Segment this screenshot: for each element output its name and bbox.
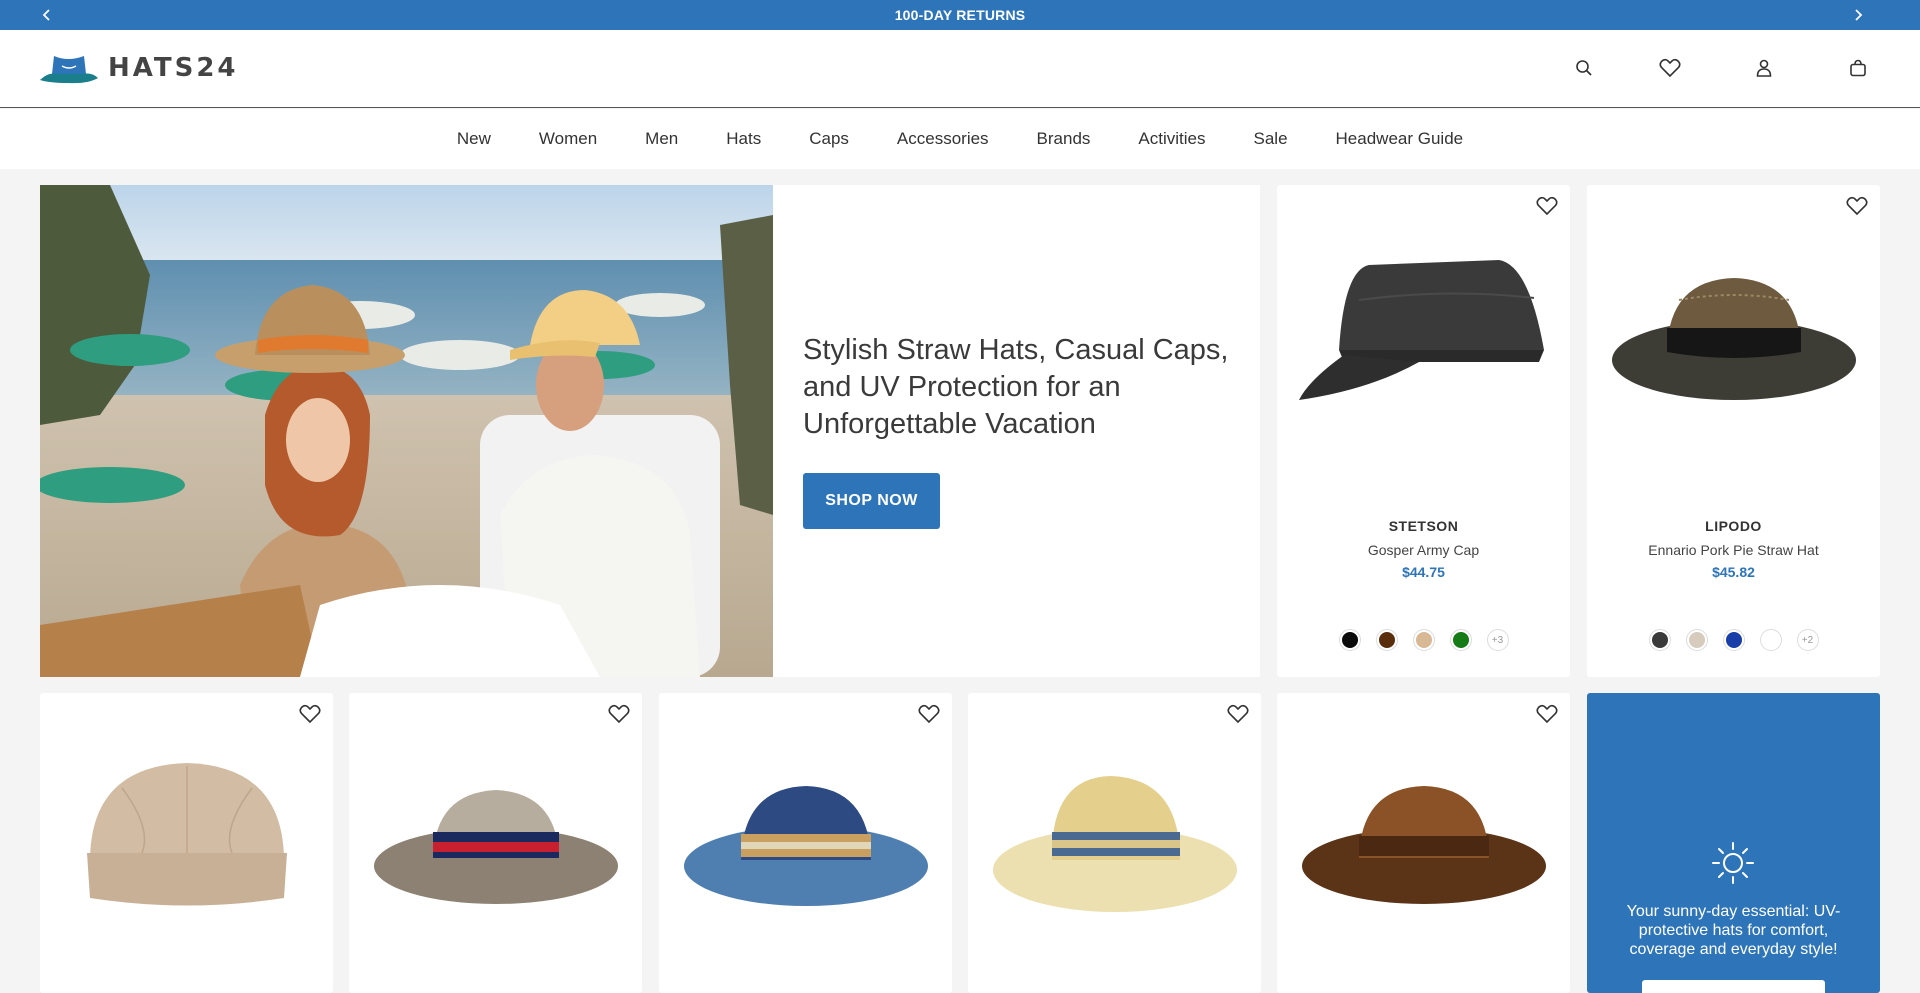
announcement-text: 100-DAY RETURNS — [894, 7, 1026, 23]
color-swatch[interactable] — [1759, 629, 1782, 651]
nav-item-hats[interactable]: Hats — [726, 129, 761, 149]
color-swatch[interactable] — [1648, 629, 1671, 651]
natural-straw-fedora-image[interactable] — [968, 713, 1261, 953]
announcement-bar: 100-DAY RETURNS — [0, 0, 1920, 30]
nav-item-brands[interactable]: Brands — [1037, 129, 1091, 149]
swatch-color — [1341, 632, 1358, 648]
nav-item-headwear-guide[interactable]: Headwear Guide — [1336, 129, 1464, 149]
nav-item-activities[interactable]: Activities — [1138, 129, 1205, 149]
chevron-left-icon[interactable] — [32, 0, 62, 30]
shopping-bag-icon[interactable] — [1846, 56, 1870, 80]
swatch-color — [1762, 632, 1779, 648]
swatch-color — [1651, 632, 1668, 648]
hero-image[interactable] — [40, 185, 773, 677]
site-header: HATS24 — [0, 30, 1920, 108]
color-swatch[interactable] — [1449, 629, 1472, 651]
color-swatch[interactable] — [1685, 629, 1708, 651]
sun-icon — [1711, 841, 1755, 890]
promo-text: Your sunny-day essential: UV-protective … — [1626, 903, 1841, 958]
product-image[interactable] — [1587, 205, 1880, 445]
product-card[interactable] — [659, 693, 952, 993]
chevron-right-icon[interactable] — [1843, 0, 1873, 30]
product-brand: LIPODO — [1705, 518, 1762, 534]
product-name[interactable]: Gosper Army Cap — [1277, 542, 1570, 558]
product-price: $44.75 — [1402, 564, 1445, 580]
color-swatches: +3 — [1277, 629, 1570, 651]
product-name[interactable]: Ennario Pork Pie Straw Hat — [1587, 542, 1880, 558]
main-navigation: New Women Men Hats Caps Accessories Bran… — [0, 109, 1920, 169]
swatch-color — [1725, 632, 1742, 648]
color-swatch[interactable] — [1722, 629, 1745, 651]
swatch-color — [1415, 632, 1432, 648]
product-card[interactable] — [349, 693, 642, 993]
product-card[interactable] — [40, 693, 333, 993]
hat-logo-icon — [40, 56, 98, 84]
khaki-pork-pie-hat-image[interactable] — [349, 713, 642, 953]
product-card[interactable] — [968, 693, 1261, 993]
nav-item-sale[interactable]: Sale — [1254, 129, 1288, 149]
nav-item-men[interactable]: Men — [645, 129, 678, 149]
product-card[interactable] — [1277, 693, 1570, 993]
product-card[interactable]: STETSON Gosper Army Cap $44.75 +3 — [1277, 185, 1570, 677]
user-account-icon[interactable] — [1752, 56, 1776, 80]
beige-docker-cap-image[interactable] — [40, 713, 333, 953]
search-icon[interactable] — [1572, 56, 1596, 80]
color-swatch[interactable] — [1338, 629, 1361, 651]
product-image[interactable] — [1277, 205, 1570, 445]
color-swatch[interactable] — [1412, 629, 1435, 651]
product-brand: STETSON — [1388, 518, 1459, 534]
more-colors-badge[interactable]: +2 — [1796, 629, 1819, 651]
promo-button[interactable] — [1642, 980, 1825, 993]
hero-text-panel: Stylish Straw Hats, Casual Caps, and UV … — [773, 185, 1260, 677]
product-price: $45.82 — [1712, 564, 1755, 580]
shop-now-button[interactable]: SHOP NOW — [803, 473, 940, 529]
uv-protection-promo[interactable]: Your sunny-day essential: UV-protective … — [1587, 693, 1880, 993]
hero-headline: Stylish Straw Hats, Casual Caps, and UV … — [803, 334, 1229, 440]
nav-item-caps[interactable]: Caps — [809, 129, 849, 149]
product-card[interactable]: LIPODO Ennario Pork Pie Straw Hat $45.82… — [1587, 185, 1880, 677]
swatch-color — [1452, 632, 1469, 648]
nav-item-women[interactable]: Women — [539, 129, 597, 149]
wishlist-heart-icon[interactable] — [1658, 56, 1682, 80]
brown-straw-pork-pie-hat-image[interactable] — [1277, 713, 1570, 953]
site-logo[interactable]: HATS24 — [38, 50, 239, 86]
brand-wordmark: HATS24 — [108, 53, 239, 83]
more-colors-badge[interactable]: +3 — [1486, 629, 1509, 651]
blue-straw-pork-pie-hat-image[interactable] — [659, 713, 952, 953]
nav-item-new[interactable]: New — [457, 129, 491, 149]
nav-item-accessories[interactable]: Accessories — [897, 129, 989, 149]
swatch-color — [1378, 632, 1395, 648]
color-swatch[interactable] — [1375, 629, 1398, 651]
color-swatches: +2 — [1587, 629, 1880, 651]
swatch-color — [1688, 632, 1705, 648]
